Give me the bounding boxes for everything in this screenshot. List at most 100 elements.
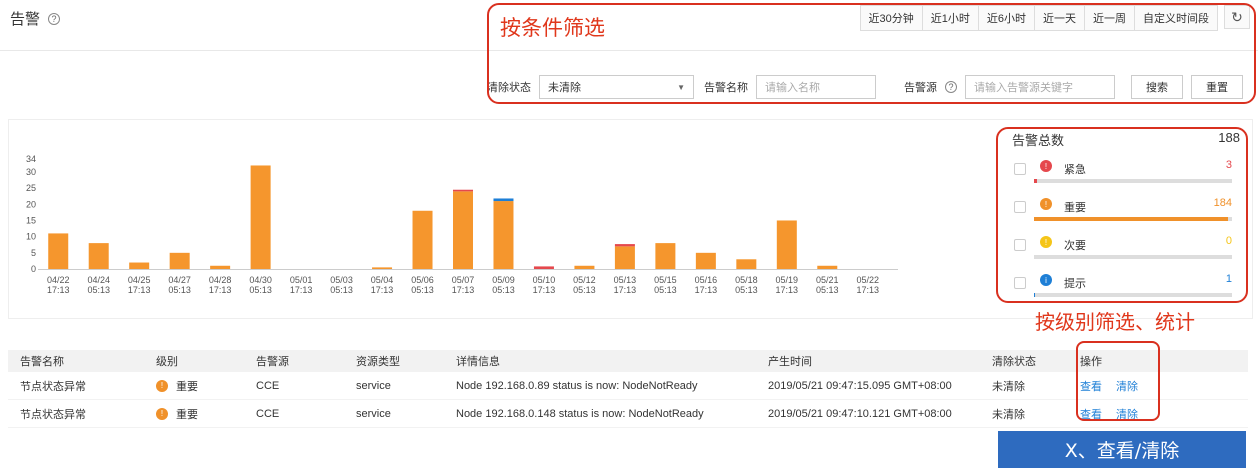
x-tick-label-date: 04/30 — [249, 275, 272, 285]
y-tick-label: 25 — [26, 183, 36, 193]
x-tick-label-time: 17:13 — [452, 285, 475, 295]
help-icon[interactable]: ? — [48, 12, 61, 25]
cell-detail: Node 192.168.0.89 status is now: NodeNot… — [456, 379, 698, 392]
chart-bar — [412, 210, 433, 269]
y-tick-label: 30 — [26, 167, 36, 177]
x-tick-label-date: 05/10 — [533, 275, 556, 285]
col-alarm-name: 告警名称 — [20, 356, 64, 368]
cell-level: ! 重要 — [156, 378, 256, 394]
level-annotation-text: 按级别筛选、统计 — [1035, 310, 1195, 334]
chart-bar — [614, 246, 635, 269]
y-tick-label: 34 — [26, 154, 36, 164]
x-tick-label-date: 04/28 — [209, 275, 232, 285]
cell-clear-status: 未清除 — [992, 380, 1025, 393]
x-tick-label-date: 04/27 — [168, 275, 191, 285]
x-tick-label-time: 05:13 — [87, 285, 110, 295]
y-tick-label: 5 — [31, 248, 36, 258]
y-tick-label: 20 — [26, 199, 36, 209]
cell-level: ! 重要 — [156, 406, 256, 422]
col-clear-status: 清除状态 — [992, 356, 1036, 368]
filter-annotation-text: 按条件筛选 — [500, 16, 605, 40]
cell-level-text: 重要 — [176, 408, 198, 421]
chart-bar — [250, 165, 271, 269]
chart-bar — [614, 244, 635, 247]
x-tick-label-date: 04/25 — [128, 275, 151, 285]
x-tick-label-date: 04/24 — [87, 275, 110, 285]
chart-bar — [453, 191, 473, 269]
x-tick-label-date: 05/06 — [411, 275, 434, 285]
col-source: 告警源 — [256, 356, 289, 368]
chart-bar — [493, 198, 514, 202]
x-tick-label-time: 17:13 — [856, 285, 879, 295]
chart-bar — [736, 259, 757, 269]
chart-bar — [493, 201, 514, 269]
x-tick-label-date: 05/07 — [452, 275, 475, 285]
x-tick-label-time: 05:13 — [411, 285, 434, 295]
table-header: 告警名称 级别 告警源 资源类型 详情信息 产生时间 清除状态 操作 — [8, 350, 1248, 372]
x-tick-label-time: 17:13 — [209, 285, 232, 295]
x-tick-label-date: 05/09 — [492, 275, 515, 285]
x-tick-label-time: 05:13 — [735, 285, 758, 295]
x-tick-label-date: 05/03 — [330, 275, 353, 285]
x-tick-label-date: 05/22 — [856, 275, 879, 285]
x-tick-label-time: 05:13 — [249, 285, 272, 295]
chart-bar — [210, 265, 231, 269]
cell-resource-type: service — [356, 379, 391, 392]
level-annotation-box — [996, 127, 1248, 303]
cell-resource-type: service — [356, 407, 391, 420]
chart-bar — [817, 265, 838, 269]
x-tick-label-time: 17:13 — [290, 285, 313, 295]
x-tick-label-time: 17:13 — [47, 285, 70, 295]
table-row: 节点状态异常 ! 重要 CCE service Node 192.168.0.89 sta… — [8, 372, 1248, 400]
col-detail: 详情信息 — [456, 356, 500, 368]
x-tick-label-time: 05:13 — [330, 285, 353, 295]
x-tick-label-date: 05/16 — [695, 275, 718, 285]
page-title-text: 告警 — [10, 11, 41, 28]
x-tick-label-date: 05/21 — [816, 275, 839, 285]
chart-bar — [453, 189, 473, 192]
x-tick-label-time: 17:13 — [614, 285, 637, 295]
chart-bar — [48, 233, 69, 269]
important-severity-icon: ! — [156, 407, 168, 420]
x-tick-label-date: 05/18 — [735, 275, 758, 285]
x-tick-label-time: 17:13 — [371, 285, 394, 295]
chart-bar — [88, 243, 109, 269]
x-tick-label-time: 17:13 — [533, 285, 556, 295]
col-level: 级别 — [156, 356, 178, 368]
cell-source: CCE — [256, 407, 280, 420]
alarm-table: 告警名称 级别 告警源 资源类型 详情信息 产生时间 清除状态 操作 节点状态异… — [8, 350, 1248, 428]
cell-detail: Node 192.168.0.148 status is now: NodeNo… — [456, 407, 704, 420]
chart-bar — [655, 243, 676, 269]
actions-annotation-box — [1076, 341, 1160, 421]
x-tick-label-date: 05/01 — [290, 275, 313, 285]
x-tick-label-date: 05/19 — [776, 275, 799, 285]
col-time: 产生时间 — [768, 356, 812, 368]
chart-bar — [169, 252, 190, 269]
chart-bar — [574, 265, 595, 269]
chart-bar — [129, 262, 150, 269]
chart-bar — [776, 220, 797, 269]
cell-time: 2019/05/21 09:47:15.095 GMT+08:00 — [768, 379, 952, 392]
important-severity-icon: ! — [156, 379, 168, 392]
x-tick-label-date: 05/13 — [614, 275, 637, 285]
x-tick-label-time: 05:13 — [168, 285, 191, 295]
x-tick-label-date: 05/12 — [573, 275, 596, 285]
chart-bar — [695, 252, 716, 269]
page-title: 告警 ? — [10, 8, 61, 29]
y-tick-label: 10 — [26, 232, 36, 242]
cell-alarm-name: 节点状态异常 — [20, 380, 86, 393]
x-tick-label-time: 05:13 — [492, 285, 515, 295]
y-tick-label: 0 — [31, 264, 36, 274]
chart-bar — [372, 267, 393, 269]
y-tick-label: 15 — [26, 215, 36, 225]
x-tick-label-time: 05:13 — [573, 285, 596, 295]
alarm-trend-chart: 0510152025303404/2217:1304/2405:1304/251… — [26, 154, 898, 295]
x-tick-label-time: 17:13 — [695, 285, 718, 295]
cell-source: CCE — [256, 379, 280, 392]
cell-alarm-name: 节点状态异常 — [20, 408, 86, 421]
x-tick-label-time: 05:13 — [816, 285, 839, 295]
cell-time: 2019/05/21 09:47:10.121 GMT+08:00 — [768, 407, 952, 420]
x-tick-label-date: 04/22 — [47, 275, 70, 285]
x-tick-label-time: 05:13 — [654, 285, 677, 295]
caption-banner: X、查看/清除 — [998, 431, 1246, 468]
